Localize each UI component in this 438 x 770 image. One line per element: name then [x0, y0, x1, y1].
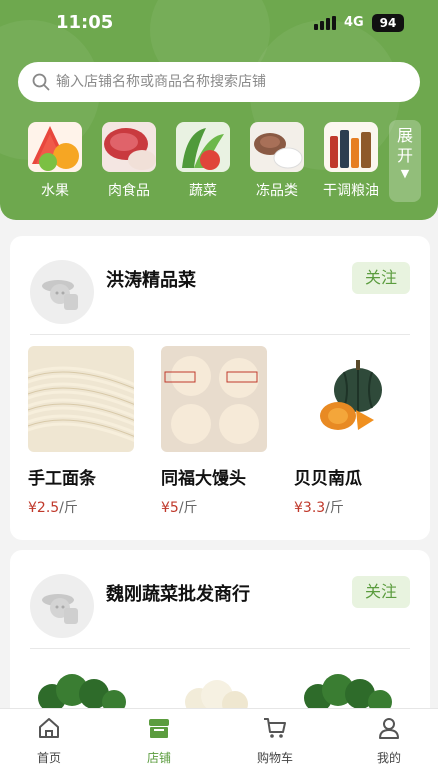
tab-label: 购物车	[256, 751, 293, 765]
price-unit: /斤	[325, 500, 344, 516]
tab-label: 店铺	[146, 751, 171, 765]
product-price: ¥2.5/斤	[28, 497, 134, 517]
tab-label: 我的	[376, 751, 401, 765]
bottom-tab-bar: 首页 店铺 购物车 我的	[0, 708, 438, 770]
store-logo-icon	[42, 594, 78, 624]
battery-level: 94	[379, 16, 397, 30]
category-frozen[interactable]: 冻品类	[244, 122, 310, 200]
category-grain-oil[interactable]: 干调粮油	[318, 122, 384, 200]
divider	[30, 648, 410, 649]
category-vegetable[interactable]: 蔬菜	[170, 122, 236, 200]
profile-icon	[379, 718, 399, 739]
store-card[interactable]: 洪涛精品菜 关注 手工面条 ¥2.5/斤 同福大馒头 ¥5/斤 贝贝南瓜 ¥3.…	[10, 236, 430, 540]
product-image	[28, 346, 134, 452]
store-logo-icon	[42, 280, 78, 310]
product-item[interactable]: 手工面条 ¥2.5/斤	[28, 346, 134, 517]
product-item[interactable]: 贝贝南瓜 ¥3.3/斤	[294, 346, 400, 517]
expand-categories-button[interactable]: 展开 ▼	[389, 120, 421, 202]
fruit-icon	[28, 122, 82, 172]
product-price: ¥3.3/斤	[294, 497, 400, 517]
category-label: 水果	[41, 183, 69, 199]
status-time: 11:05	[56, 12, 114, 33]
expand-label: 展开	[397, 126, 414, 165]
category-label: 肉食品	[108, 183, 150, 199]
store-card[interactable]: 魏刚蔬菜批发商行 关注	[10, 550, 430, 720]
category-label: 蔬菜	[189, 183, 217, 199]
status-bar: 11:05 4G 94	[0, 0, 438, 50]
store-name: 魏刚蔬菜批发商行	[106, 584, 250, 605]
product-name: 贝贝南瓜	[294, 469, 362, 489]
tab-profile[interactable]: 我的	[354, 715, 424, 766]
price-value: ¥2.5	[28, 500, 60, 516]
product-price: ¥5/斤	[161, 497, 267, 517]
product-item[interactable]: 同福大馒头 ¥5/斤	[161, 346, 267, 517]
cart-icon	[264, 718, 286, 738]
grain-oil-icon	[324, 122, 378, 172]
store-name: 洪涛精品菜	[106, 270, 196, 291]
follow-button[interactable]: 关注	[352, 262, 410, 294]
divider	[30, 334, 410, 335]
category-meat[interactable]: 肉食品	[96, 122, 162, 200]
product-image	[294, 346, 400, 452]
home-icon	[39, 718, 59, 738]
product-name: 手工面条	[28, 469, 96, 489]
network-type: 4G	[344, 15, 364, 30]
product-image	[161, 346, 267, 452]
signal-icon	[314, 16, 338, 30]
battery-icon: 94	[372, 14, 404, 32]
price-value: ¥3.3	[294, 500, 326, 516]
store-avatar	[30, 574, 94, 638]
category-row: 水果 肉食品 蔬菜 冻品类 干调粮油	[22, 122, 382, 212]
search-bar[interactable]	[18, 62, 420, 102]
price-value: ¥5	[161, 500, 179, 516]
store-icon	[149, 719, 169, 738]
vegetable-icon	[176, 122, 230, 172]
store-avatar	[30, 260, 94, 324]
price-unit: /斤	[178, 500, 198, 516]
category-label: 冻品类	[256, 183, 298, 199]
search-icon	[32, 73, 50, 91]
frozen-food-icon	[250, 122, 304, 172]
tab-home[interactable]: 首页	[14, 715, 84, 766]
chevron-down-icon: ▼	[400, 167, 410, 180]
category-fruit[interactable]: 水果	[22, 122, 88, 200]
product-name: 同福大馒头	[161, 469, 246, 489]
follow-button[interactable]: 关注	[352, 576, 410, 608]
meat-icon	[102, 122, 156, 172]
price-unit: /斤	[59, 500, 78, 516]
category-label: 干调粮油	[323, 183, 379, 199]
tab-label: 首页	[36, 751, 61, 765]
search-input[interactable]	[56, 62, 406, 102]
tab-store[interactable]: 店铺	[124, 715, 194, 766]
tab-cart[interactable]: 购物车	[240, 715, 310, 766]
